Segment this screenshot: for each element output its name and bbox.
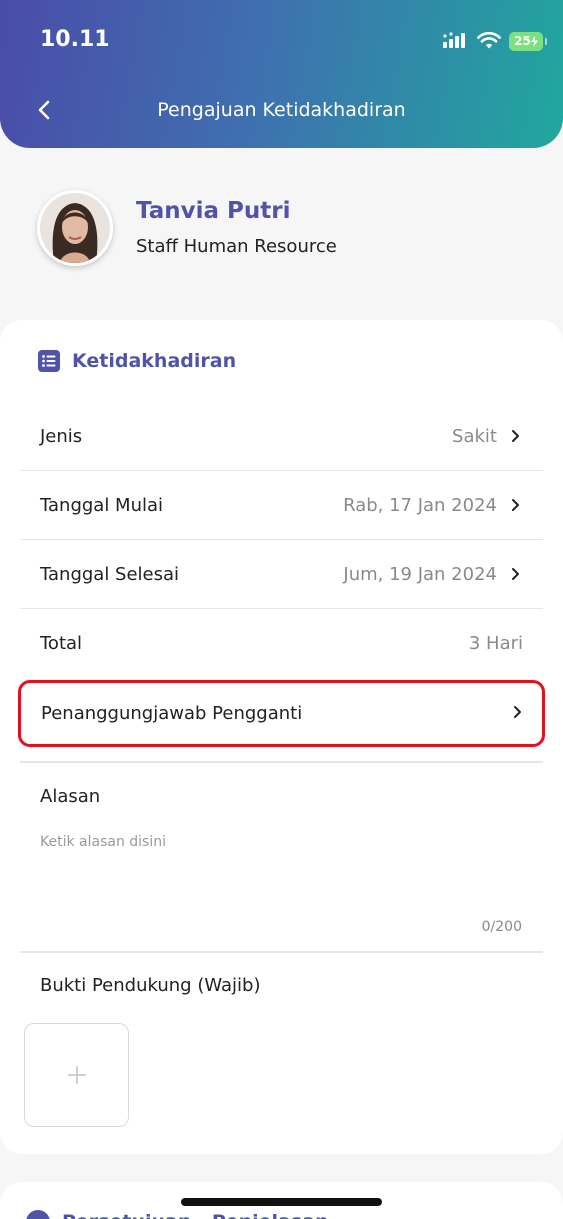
avatar-photo <box>40 193 110 263</box>
approval-icon <box>26 1210 50 1219</box>
charging-bolt-icon <box>530 35 538 47</box>
field-value: Sakit <box>452 425 497 447</box>
field-value: Rab, 17 Jan 2024 <box>343 494 497 516</box>
field-tanggal-selesai[interactable]: Tanggal Selesai Jum, 19 Jan 2024 <box>20 540 543 609</box>
status-time: 10.11 <box>40 27 110 52</box>
section-title: Ketidakhadiran <box>72 350 237 372</box>
field-label: Tanggal Mulai <box>40 494 164 516</box>
field-total: Total 3 Hari <box>20 609 543 678</box>
field-label: Jenis <box>40 425 83 447</box>
section-header: Ketidakhadiran <box>38 350 236 372</box>
chevron-right-icon <box>511 429 523 443</box>
page-title: Pengajuan Ketidakhadiran <box>157 99 406 121</box>
field-jenis[interactable]: Jenis Sakit <box>20 402 543 471</box>
avatar <box>37 190 113 266</box>
alasan-label: Alasan <box>40 786 101 807</box>
field-value: 3 Hari <box>468 633 523 654</box>
status-icons: 25 <box>443 30 547 52</box>
approval-section-header: Persetujuan · Penjelasan <box>26 1210 329 1219</box>
battery-level: 25 <box>514 34 531 48</box>
field-label: Tanggal Selesai <box>40 563 180 585</box>
chevron-right-icon <box>513 704 522 723</box>
field-penanggungjawab-pengganti[interactable]: Penanggungjawab Pengganti <box>18 680 545 747</box>
bukti-label: Bukti Pendukung (Wajib) <box>40 975 261 996</box>
approval-section-title: Persetujuan · Penjelasan <box>62 1211 329 1219</box>
chevron-right-icon <box>511 567 523 581</box>
field-tanggal-mulai[interactable]: Tanggal Mulai Rab, 17 Jan 2024 <box>20 471 543 540</box>
chevron-right-icon <box>511 498 523 512</box>
alasan-input[interactable] <box>40 834 523 914</box>
field-label: Penanggungjawab Pengganti <box>41 703 303 724</box>
profile-role: Staff Human Resource <box>136 236 337 257</box>
field-value: Jum, 19 Jan 2024 <box>343 563 497 585</box>
list-icon <box>38 350 60 372</box>
char-counter: 0/200 <box>481 919 522 935</box>
battery-icon: 25 <box>509 31 547 51</box>
absence-form-card: Ketidakhadiran Jenis Sakit Tanggal Mulai… <box>0 320 563 1154</box>
plus-icon <box>67 1066 86 1084</box>
upload-attachment-button[interactable] <box>24 1023 129 1127</box>
divider <box>20 951 543 953</box>
signal-icon <box>443 32 465 48</box>
field-label: Total <box>40 633 83 654</box>
profile-name: Tanvia Putri <box>136 198 291 224</box>
home-indicator <box>181 1198 382 1206</box>
app-header: 10.11 25 Pengajuan Ketidakhadiran <box>0 0 563 148</box>
divider <box>20 761 543 763</box>
wifi-icon <box>477 32 501 49</box>
